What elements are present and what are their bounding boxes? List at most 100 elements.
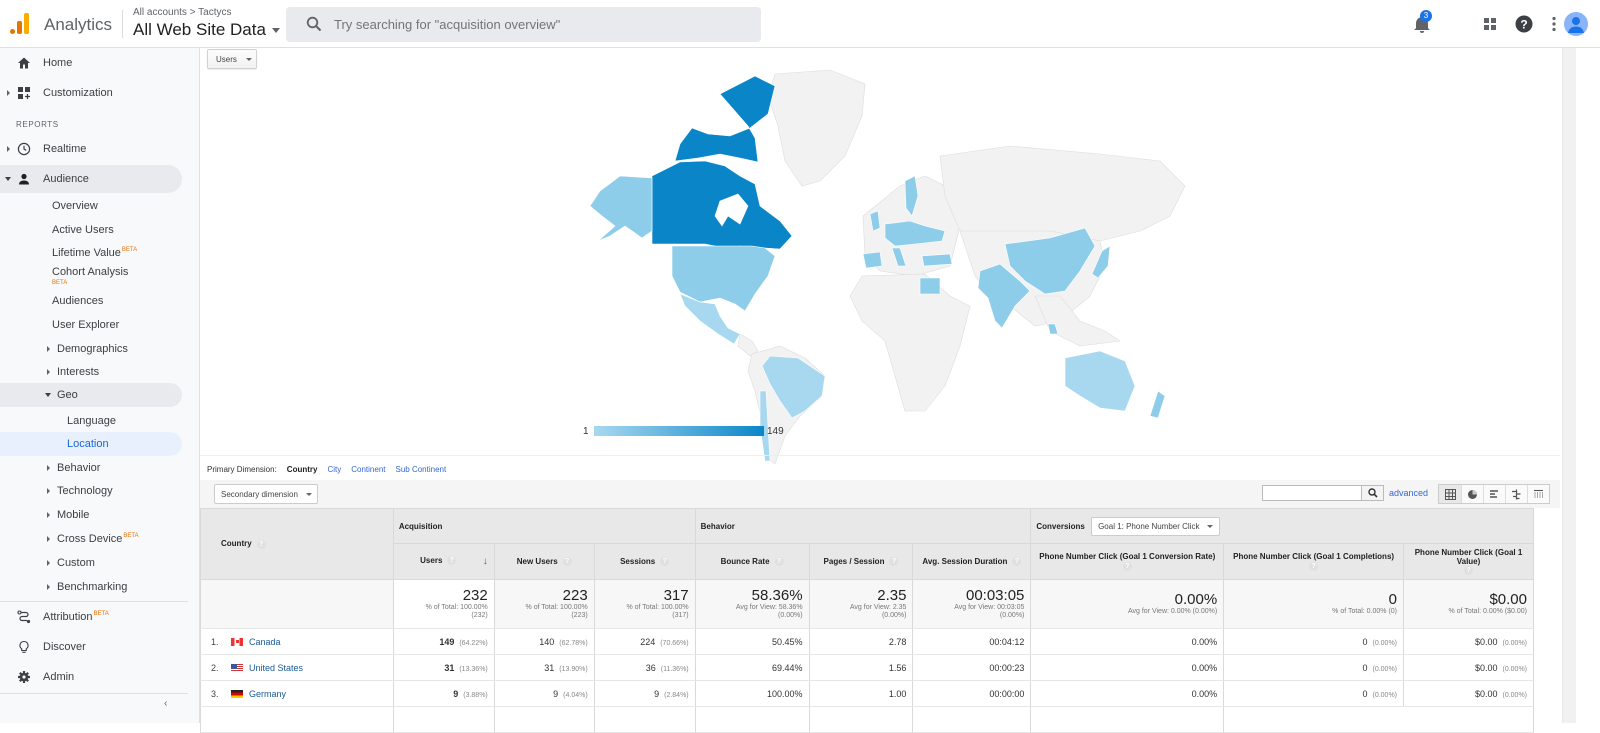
country-link[interactable]: United States: [249, 663, 303, 673]
help-icon[interactable]: ?: [256, 539, 266, 549]
legend-max-value: 149: [767, 426, 784, 437]
notifications-button[interactable]: 3: [1410, 10, 1434, 36]
dimension-continent[interactable]: Continent: [351, 465, 385, 474]
comparison-view-button[interactable]: [1505, 485, 1527, 503]
attribution-icon: [17, 610, 31, 624]
help-button[interactable]: ?: [1512, 12, 1536, 36]
sidebar-item-attribution[interactable]: AttributionBETA: [0, 603, 182, 631]
column-header-new-users[interactable]: New Users?: [493, 543, 595, 580]
sidebar-item-cohort-analysis[interactable]: Cohort Analysis BETA: [0, 260, 182, 290]
collapse-arrow-icon: [45, 393, 51, 397]
analytics-logo-icon[interactable]: [10, 12, 32, 34]
sidebar-item-geo[interactable]: Geo: [0, 383, 182, 407]
country-link[interactable]: Germany: [249, 689, 286, 699]
map-country-alaska: [589, 175, 653, 242]
grid-apps-icon: [1484, 18, 1496, 30]
column-header-goal-conversion-rate[interactable]: Phone Number Click (Goal 1 Conversion Ra…: [1030, 543, 1225, 580]
help-icon[interactable]: ?: [1012, 557, 1022, 567]
column-header-country[interactable]: Country?: [200, 508, 394, 580]
sidebar-item-interests[interactable]: Interests: [0, 358, 182, 386]
sidebar-item-discover[interactable]: Discover: [0, 633, 182, 661]
help-icon[interactable]: ?: [562, 557, 572, 567]
vertical-scrollbar[interactable]: [1562, 48, 1576, 723]
secondary-dimension-dropdown[interactable]: Secondary dimension: [214, 484, 318, 504]
beta-badge: BETA: [93, 611, 109, 618]
pie-view-button[interactable]: [1461, 485, 1483, 503]
world-map[interactable]: [580, 66, 1200, 466]
avatar[interactable]: [1564, 12, 1588, 36]
help-icon[interactable]: ?: [1122, 561, 1132, 571]
goal-selector[interactable]: Goal 1: Phone Number Click: [1091, 516, 1221, 536]
performance-view-button[interactable]: [1483, 485, 1505, 503]
help-icon: ?: [1515, 15, 1533, 33]
cell-percent: (3.88%): [463, 691, 488, 699]
help-icon[interactable]: ?: [889, 557, 899, 567]
cell-value: 0: [1362, 688, 1368, 699]
primary-dimension-bar: Primary Dimension: Country City Continen…: [200, 458, 1560, 480]
sidebar-item-benchmarking[interactable]: Benchmarking: [0, 573, 182, 601]
more-vert-icon: [1552, 16, 1556, 32]
chevron-down-icon: [271, 27, 280, 33]
sidebar-item-audience[interactable]: Audience: [0, 165, 182, 193]
sidebar-item-admin[interactable]: Admin: [0, 663, 182, 691]
new-users-cell: 140 (62.78%): [493, 628, 595, 655]
conversion-rate-cell: 0.00%: [1030, 680, 1225, 707]
goal-value-cell: $0.00 (0.00%): [1403, 680, 1534, 707]
column-header-users[interactable]: Users? ↓: [392, 543, 495, 580]
reports-section-label: REPORTS: [16, 120, 59, 129]
sidebar-item-realtime[interactable]: Realtime: [0, 135, 182, 163]
search-input[interactable]: [334, 7, 744, 42]
sort-descending-icon[interactable]: ↓: [483, 556, 488, 567]
help-icon[interactable]: ?: [1464, 566, 1473, 576]
pivot-view-button[interactable]: [1527, 485, 1549, 503]
cell-percent: (64.22%): [459, 639, 488, 647]
table-view-button[interactable]: [1439, 485, 1461, 503]
avg-duration-cell: 00:00:00: [912, 680, 1032, 707]
cell-percent: (0.00%): [1372, 639, 1398, 647]
cell-value: 149: [439, 636, 455, 647]
dimension-city[interactable]: City: [327, 465, 341, 474]
country-link[interactable]: Canada: [249, 637, 281, 647]
sidebar-item-location[interactable]: Location: [0, 432, 182, 456]
advanced-filter-link[interactable]: advanced: [1389, 488, 1428, 498]
table-filter-input[interactable]: [1262, 485, 1362, 501]
apps-button[interactable]: [1478, 12, 1502, 36]
sidebar-item-home[interactable]: Home: [0, 49, 182, 77]
sidebar-item-label: Interests: [57, 366, 100, 378]
map-metric-selector[interactable]: Users: [207, 49, 257, 69]
column-header-bounce-rate[interactable]: Bounce Rate?: [694, 543, 810, 580]
collapse-sidebar-icon[interactable]: ‹: [164, 698, 167, 709]
table-body: 1. Canada 149 (64.22%) 140 (62.78%) 224 (70.66%…: [200, 628, 1534, 733]
table-filter-button[interactable]: [1362, 485, 1384, 501]
top-bar: Analytics All accounts > Tactycs All Web…: [0, 0, 1600, 48]
column-header-sessions[interactable]: Sessions?: [593, 543, 696, 580]
help-icon[interactable]: ?: [447, 556, 457, 566]
table-row: 1. Canada 149 (64.22%) 140 (62.78%) 224 (70.66%…: [200, 628, 1534, 655]
new-users-cell: 9 (4.04%): [493, 680, 595, 707]
table-row: 2. United States 31 (13.36%) 31 (13.90%) 36 (11…: [200, 654, 1534, 681]
more-options-button[interactable]: [1542, 12, 1566, 36]
column-header-pages-session[interactable]: Pages / Session?: [808, 543, 914, 580]
notification-badge: 3: [1420, 10, 1432, 22]
sidebar-item-label: Overview: [52, 200, 98, 212]
help-icon[interactable]: ?: [1309, 561, 1319, 571]
sidebar-item-label: Admin: [43, 671, 75, 683]
search-bar[interactable]: [286, 7, 761, 42]
row-rank: 2.: [211, 662, 219, 673]
total-value: $0.00: [1489, 591, 1527, 608]
help-icon[interactable]: ?: [660, 557, 670, 567]
sidebar-item-language[interactable]: Language: [0, 407, 182, 435]
pages-session-cell: 2.78: [808, 628, 914, 655]
empty-cell: [1030, 706, 1225, 733]
property-selector[interactable]: All Web Site Data: [133, 20, 280, 40]
column-header-goal-completions[interactable]: Phone Number Click (Goal 1 Completions)?: [1223, 543, 1405, 580]
help-icon[interactable]: ?: [774, 557, 784, 567]
account-breadcrumb[interactable]: All accounts > Tactycs: [133, 7, 231, 18]
column-header-goal-value[interactable]: Phone Number Click (Goal 1 Value)?: [1403, 543, 1534, 580]
column-header-avg-session-duration[interactable]: Avg. Session Duration?: [912, 543, 1032, 580]
dimension-sub-continent[interactable]: Sub Continent: [396, 465, 447, 474]
sidebar-item-customization[interactable]: Customization: [0, 79, 182, 107]
sidebar-item-label: Realtime: [43, 143, 87, 155]
total-subtext: (232): [471, 612, 488, 619]
primary-dimension-label: Primary Dimension:: [207, 464, 277, 474]
